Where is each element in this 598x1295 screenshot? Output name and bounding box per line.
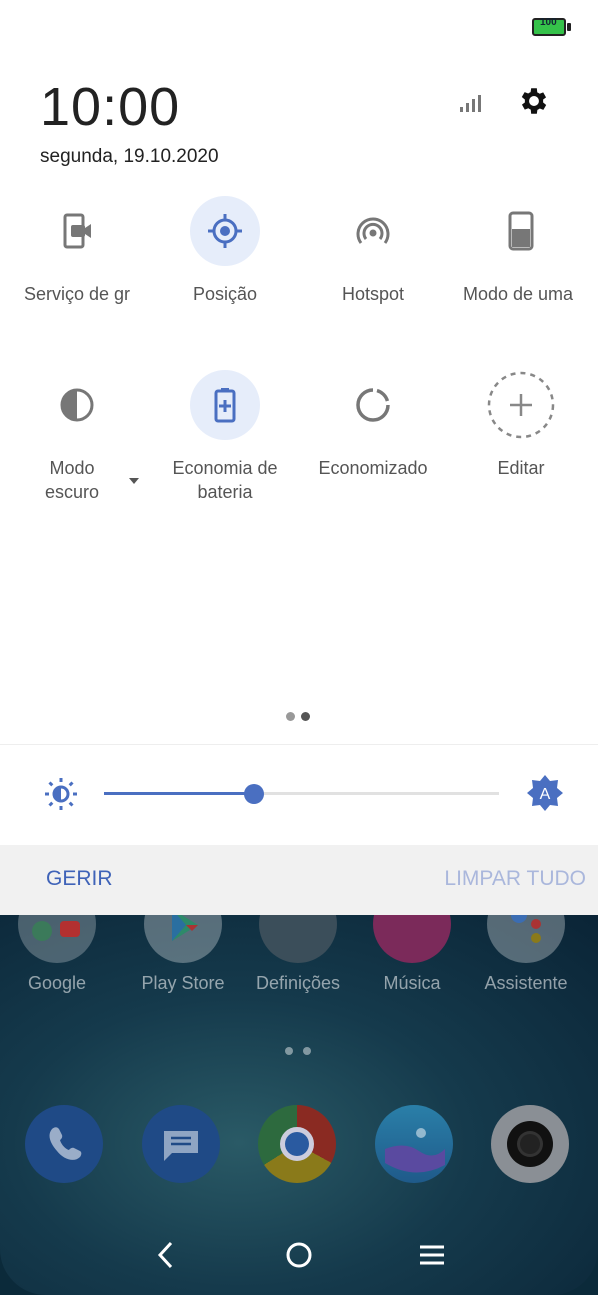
tile-data-saver[interactable]: Economizado <box>299 370 447 480</box>
app-label: Google <box>27 973 87 993</box>
tile-label: bateria <box>197 482 253 502</box>
clock[interactable]: 10:00 <box>40 76 180 138</box>
location-icon <box>208 214 242 248</box>
page-indicator <box>286 712 310 721</box>
svg-text:A: A <box>540 786 551 803</box>
tile-label: Modo de uma <box>463 284 574 304</box>
clear-all-button[interactable]: LIMPAR TUDO <box>444 867 586 891</box>
app-label: Assistente <box>484 973 568 993</box>
hotspot-icon <box>356 217 390 244</box>
brightness-slider-fill <box>104 792 255 795</box>
app-music[interactable]: Música <box>357 915 467 994</box>
chrome-icon[interactable] <box>258 1105 336 1183</box>
dropdown-arrow-icon[interactable] <box>127 476 141 486</box>
home-page-indicator <box>285 1047 311 1055</box>
tile-battery-saver[interactable]: Economia de bateria <box>151 370 299 504</box>
app-settings[interactable]: Definições <box>243 915 353 994</box>
auto-brightness-icon[interactable]: A <box>526 774 564 812</box>
app-play-store[interactable]: Play Store <box>128 915 238 994</box>
date[interactable]: segunda, 19.10.2020 <box>40 146 219 168</box>
messages-icon[interactable] <box>142 1105 220 1183</box>
manage-button[interactable]: GERIR <box>46 867 113 891</box>
tile-screen-record[interactable]: Serviço de gr <box>3 196 151 306</box>
tile-one-hand-mode[interactable]: Modo de uma <box>447 196 595 306</box>
quick-settings-panel: 100 10:00 segunda, 19.10.2020 Serviço de… <box>0 0 598 845</box>
data-saver-icon <box>356 388 390 422</box>
brightness-slider-thumb[interactable] <box>244 784 265 804</box>
tile-location[interactable]: Posição <box>151 196 299 306</box>
battery-saver-icon <box>214 388 236 423</box>
gallery-icon[interactable] <box>375 1105 453 1183</box>
phone-icon[interactable] <box>25 1105 103 1183</box>
brightness-low-icon <box>45 778 77 810</box>
camera-icon[interactable] <box>491 1105 569 1183</box>
app-label: Definições <box>255 973 341 993</box>
app-google[interactable]: Google <box>2 915 112 994</box>
tile-label: Economia de <box>172 458 278 478</box>
home-screen: Google Play Store Definições Música Assi… <box>0 915 598 1295</box>
assistant-icon <box>487 915 565 963</box>
notification-actions-bar: GERIR LIMPAR TUDO <box>0 845 598 915</box>
tile-label: Hotspot <box>341 284 405 304</box>
tile-dark-mode[interactable]: Modo escuro <box>3 370 151 504</box>
app-assistant[interactable]: Assistente <box>471 915 581 994</box>
tile-label: Editar <box>497 458 545 478</box>
tile-label: Serviço de gr <box>23 284 131 304</box>
battery-level: 100 <box>540 17 557 28</box>
dark-mode-icon <box>60 388 94 422</box>
back-icon[interactable] <box>150 1238 182 1272</box>
signal-icon <box>460 95 481 112</box>
settings-app-icon <box>259 915 337 963</box>
one-hand-mode-icon <box>508 211 534 251</box>
app-label: Música <box>383 973 441 993</box>
settings-gear-icon[interactable] <box>517 84 551 118</box>
edit-add-icon <box>487 371 555 439</box>
google-folder-icon <box>18 915 96 963</box>
screen-record-icon <box>63 213 91 249</box>
tile-hotspot[interactable]: Hotspot <box>299 196 447 306</box>
battery-indicator: 100 <box>532 16 572 38</box>
tile-label: Economizado <box>318 458 428 478</box>
recents-icon[interactable] <box>416 1241 448 1269</box>
tile-label: Posição <box>192 284 258 304</box>
app-label: Play Store <box>141 973 225 993</box>
brightness-panel: A <box>0 745 598 845</box>
play-store-icon <box>144 915 222 963</box>
tile-edit[interactable]: Editar <box>447 370 595 480</box>
music-icon <box>373 915 451 963</box>
home-icon[interactable] <box>283 1239 315 1271</box>
